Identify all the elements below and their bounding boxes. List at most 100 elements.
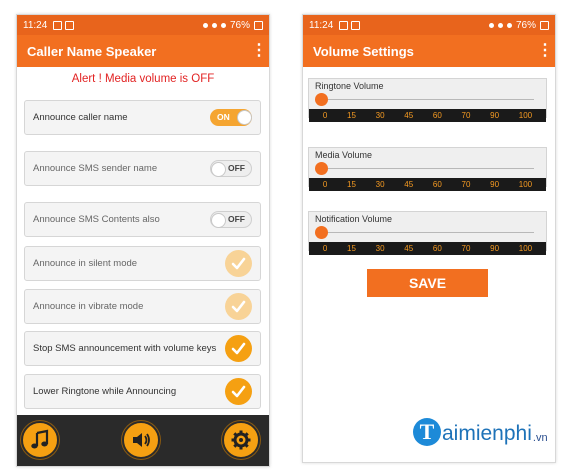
- notification-volume-track[interactable]: [321, 232, 534, 233]
- volume-button[interactable]: [122, 421, 160, 459]
- announce-caller-toggle[interactable]: ON: [210, 109, 252, 126]
- scale-tick: 15: [347, 111, 356, 120]
- check-icon: [231, 385, 246, 398]
- overflow-menu-icon[interactable]: ⋮: [537, 43, 553, 59]
- overflow-menu-icon[interactable]: ⋮: [251, 43, 267, 59]
- toggle-state: OFF: [228, 214, 245, 224]
- announce-sms-contents-toggle[interactable]: OFF: [210, 211, 252, 228]
- ringtone-volume-card: Ringtone Volume 0 15 30 45 60 70 90 100: [308, 78, 547, 122]
- settings-button[interactable]: [222, 421, 260, 459]
- scale-tick: 45: [404, 111, 414, 120]
- toggle-knob: [211, 162, 226, 177]
- save-button[interactable]: SAVE: [367, 269, 488, 297]
- scale-tick: 100: [518, 180, 533, 189]
- volume-scale: 0 15 30 45 60 70 90 100: [309, 178, 546, 191]
- volume-scale: 0 15 30 45 60 70 90 100: [309, 242, 546, 255]
- app-title: Caller Name Speaker: [27, 43, 157, 59]
- scale-tick: 45: [404, 244, 414, 253]
- toggle-state: ON: [217, 112, 230, 122]
- announce-sms-sender-toggle[interactable]: OFF: [210, 160, 252, 177]
- ringtone-volume-track[interactable]: [321, 99, 534, 100]
- setting-label: Announce SMS Contents also: [33, 214, 160, 225]
- media-volume-alert: Alert ! Media volume is OFF: [71, 73, 215, 85]
- wifi-icon: [211, 22, 217, 28]
- scale-tick: 30: [375, 244, 385, 253]
- slider-label: Notification Volume: [315, 214, 393, 224]
- setting-announce-silent-mode[interactable]: Announce in silent mode: [24, 246, 261, 281]
- taimienphi-watermark: T aimienphi .vn: [413, 418, 548, 446]
- setting-announce-sms-contents[interactable]: Announce SMS Contents also OFF: [24, 202, 261, 237]
- scale-tick: 100: [518, 244, 533, 253]
- speaker-volume-icon: [133, 433, 150, 447]
- check-icon: [231, 300, 246, 313]
- watermark-text: aimienphi: [442, 422, 532, 445]
- stop-sms-checkbox[interactable]: [225, 335, 252, 362]
- vibrate-mode-checkbox[interactable]: [225, 293, 252, 320]
- music-note-icon: [31, 429, 49, 449]
- scale-tick: 90: [490, 244, 500, 253]
- status-bar: 11:24 76%: [17, 15, 269, 35]
- battery-icon: [540, 20, 549, 30]
- gallery-notification-icon: [339, 20, 349, 30]
- notification-volume-card: Notification Volume 0 15 30 45 60 70 90 …: [308, 211, 547, 255]
- setting-announce-sms-sender[interactable]: Announce SMS sender name OFF: [24, 151, 261, 186]
- scale-tick: 0: [322, 111, 328, 120]
- media-volume-track[interactable]: [321, 168, 534, 169]
- signal-icon: [506, 22, 512, 28]
- volume-scale: 0 15 30 45 60 70 90 100: [309, 109, 546, 122]
- scale-tick: 45: [404, 180, 414, 189]
- media-volume-thumb[interactable]: [315, 162, 328, 175]
- toggle-knob: [211, 213, 226, 228]
- battery-percent: 76%: [229, 19, 250, 31]
- scale-tick: 70: [461, 111, 471, 120]
- volume-settings-screen: 11:24 76% Volume Settings ⋮ Ringtone Vol…: [302, 14, 556, 463]
- scale-tick: 60: [432, 111, 442, 120]
- sim-notification-icon: [351, 20, 361, 30]
- scale-tick: 15: [347, 244, 356, 253]
- music-button[interactable]: [21, 421, 59, 459]
- setting-label: Announce in silent mode: [33, 258, 138, 269]
- silent-mode-checkbox[interactable]: [225, 250, 252, 277]
- lower-ringtone-checkbox[interactable]: [225, 378, 252, 405]
- watermark-logo: T: [413, 418, 441, 446]
- caller-name-speaker-screen: 11:24 76% Caller Name Speaker ⋮ Alert ! …: [16, 14, 270, 467]
- toggle-state: OFF: [228, 163, 245, 173]
- check-icon: [231, 342, 246, 355]
- media-volume-card: Media Volume 0 15 30 45 60 70 90 100: [308, 147, 547, 191]
- app-bar: Volume Settings ⋮: [303, 35, 555, 67]
- scale-tick: 60: [432, 244, 442, 253]
- setting-announce-caller-name[interactable]: Announce caller name ON: [24, 100, 261, 135]
- setting-lower-ringtone[interactable]: Lower Ringtone while Announcing: [24, 374, 261, 409]
- setting-stop-sms-volume-keys[interactable]: Stop SMS announcement with volume keys: [24, 331, 261, 366]
- app-bar: Caller Name Speaker ⋮: [17, 35, 269, 67]
- wifi-icon: [497, 22, 503, 28]
- scale-tick: 100: [518, 111, 533, 120]
- status-bar: 11:24 76%: [303, 15, 555, 35]
- status-time: 11:24: [309, 19, 334, 31]
- slider-label: Ringtone Volume: [315, 81, 384, 91]
- toggle-knob: [237, 110, 252, 125]
- scale-tick: 90: [490, 111, 500, 120]
- notification-volume-thumb[interactable]: [315, 226, 328, 239]
- gallery-notification-icon: [53, 20, 63, 30]
- check-icon: [231, 257, 246, 270]
- setting-label: Announce SMS sender name: [33, 163, 158, 174]
- scale-tick: 90: [490, 180, 500, 189]
- scale-tick: 0: [322, 180, 328, 189]
- scale-tick: 30: [375, 180, 385, 189]
- watermark-suffix: .vn: [532, 432, 548, 444]
- scale-tick: 70: [461, 244, 471, 253]
- mute-icon: [202, 22, 208, 28]
- status-time: 11:24: [23, 19, 48, 31]
- setting-announce-vibrate-mode[interactable]: Announce in vibrate mode: [24, 289, 261, 324]
- setting-label: Announce caller name: [33, 112, 128, 123]
- bottom-nav-bar: [17, 415, 269, 466]
- mute-icon: [488, 22, 494, 28]
- slider-label: Media Volume: [315, 150, 373, 160]
- battery-icon: [254, 20, 263, 30]
- ringtone-volume-thumb[interactable]: [315, 93, 328, 106]
- scale-tick: 60: [432, 180, 442, 189]
- sim-notification-icon: [65, 20, 75, 30]
- scale-tick: 70: [461, 180, 471, 189]
- setting-label: Announce in vibrate mode: [33, 301, 144, 312]
